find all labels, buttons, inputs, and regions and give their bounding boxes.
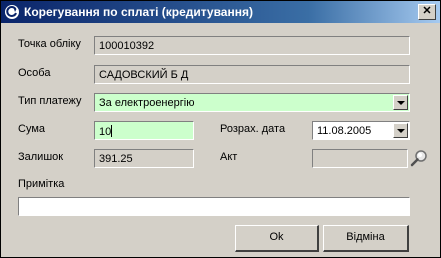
calc-date-label: Розрах. дата — [220, 123, 286, 135]
person-label: Особа — [18, 67, 51, 79]
amount-label: Сума — [18, 123, 46, 135]
close-button[interactable]: ✕ — [418, 4, 436, 20]
app-refresh-icon — [5, 5, 19, 19]
cancel-button[interactable]: Відміна — [323, 225, 409, 252]
note-input[interactable] — [18, 197, 410, 216]
search-icon[interactable] — [410, 149, 428, 167]
ok-button[interactable]: Ok — [235, 225, 319, 252]
act-label: Акт — [220, 151, 238, 163]
balance-label: Залишок — [18, 151, 64, 163]
calc-date-value: 11.08.2005 — [317, 125, 372, 137]
window-title: Корегування по сплаті (кредитування) — [24, 5, 253, 19]
accounting-point-label: Точка обліку — [18, 38, 81, 50]
dialog-window: Корегування по сплаті (кредитування) ✕ Т… — [0, 0, 441, 258]
note-label: Примітка — [18, 178, 65, 190]
text-cursor — [111, 125, 113, 137]
payment-type-dropdown-icon[interactable] — [393, 95, 408, 110]
payment-type-value: За електроенергію — [99, 97, 195, 109]
act-field — [312, 149, 408, 168]
balance-field: 391.25 — [94, 149, 194, 168]
payment-type-select[interactable]: За електроенергію — [94, 93, 410, 112]
title-bar[interactable]: Корегування по сплаті (кредитування) ✕ — [1, 1, 440, 23]
calc-date-dropdown-icon[interactable] — [393, 123, 408, 138]
amount-value: 10 — [99, 126, 112, 138]
person-field: САДОВСКИЙ Б Д — [94, 65, 410, 84]
amount-input[interactable]: 10 — [94, 121, 194, 140]
calc-date-select[interactable]: 11.08.2005 — [312, 121, 410, 140]
payment-type-label: Тип платежу — [18, 95, 82, 107]
accounting-point-field: 100010392 — [94, 36, 410, 55]
